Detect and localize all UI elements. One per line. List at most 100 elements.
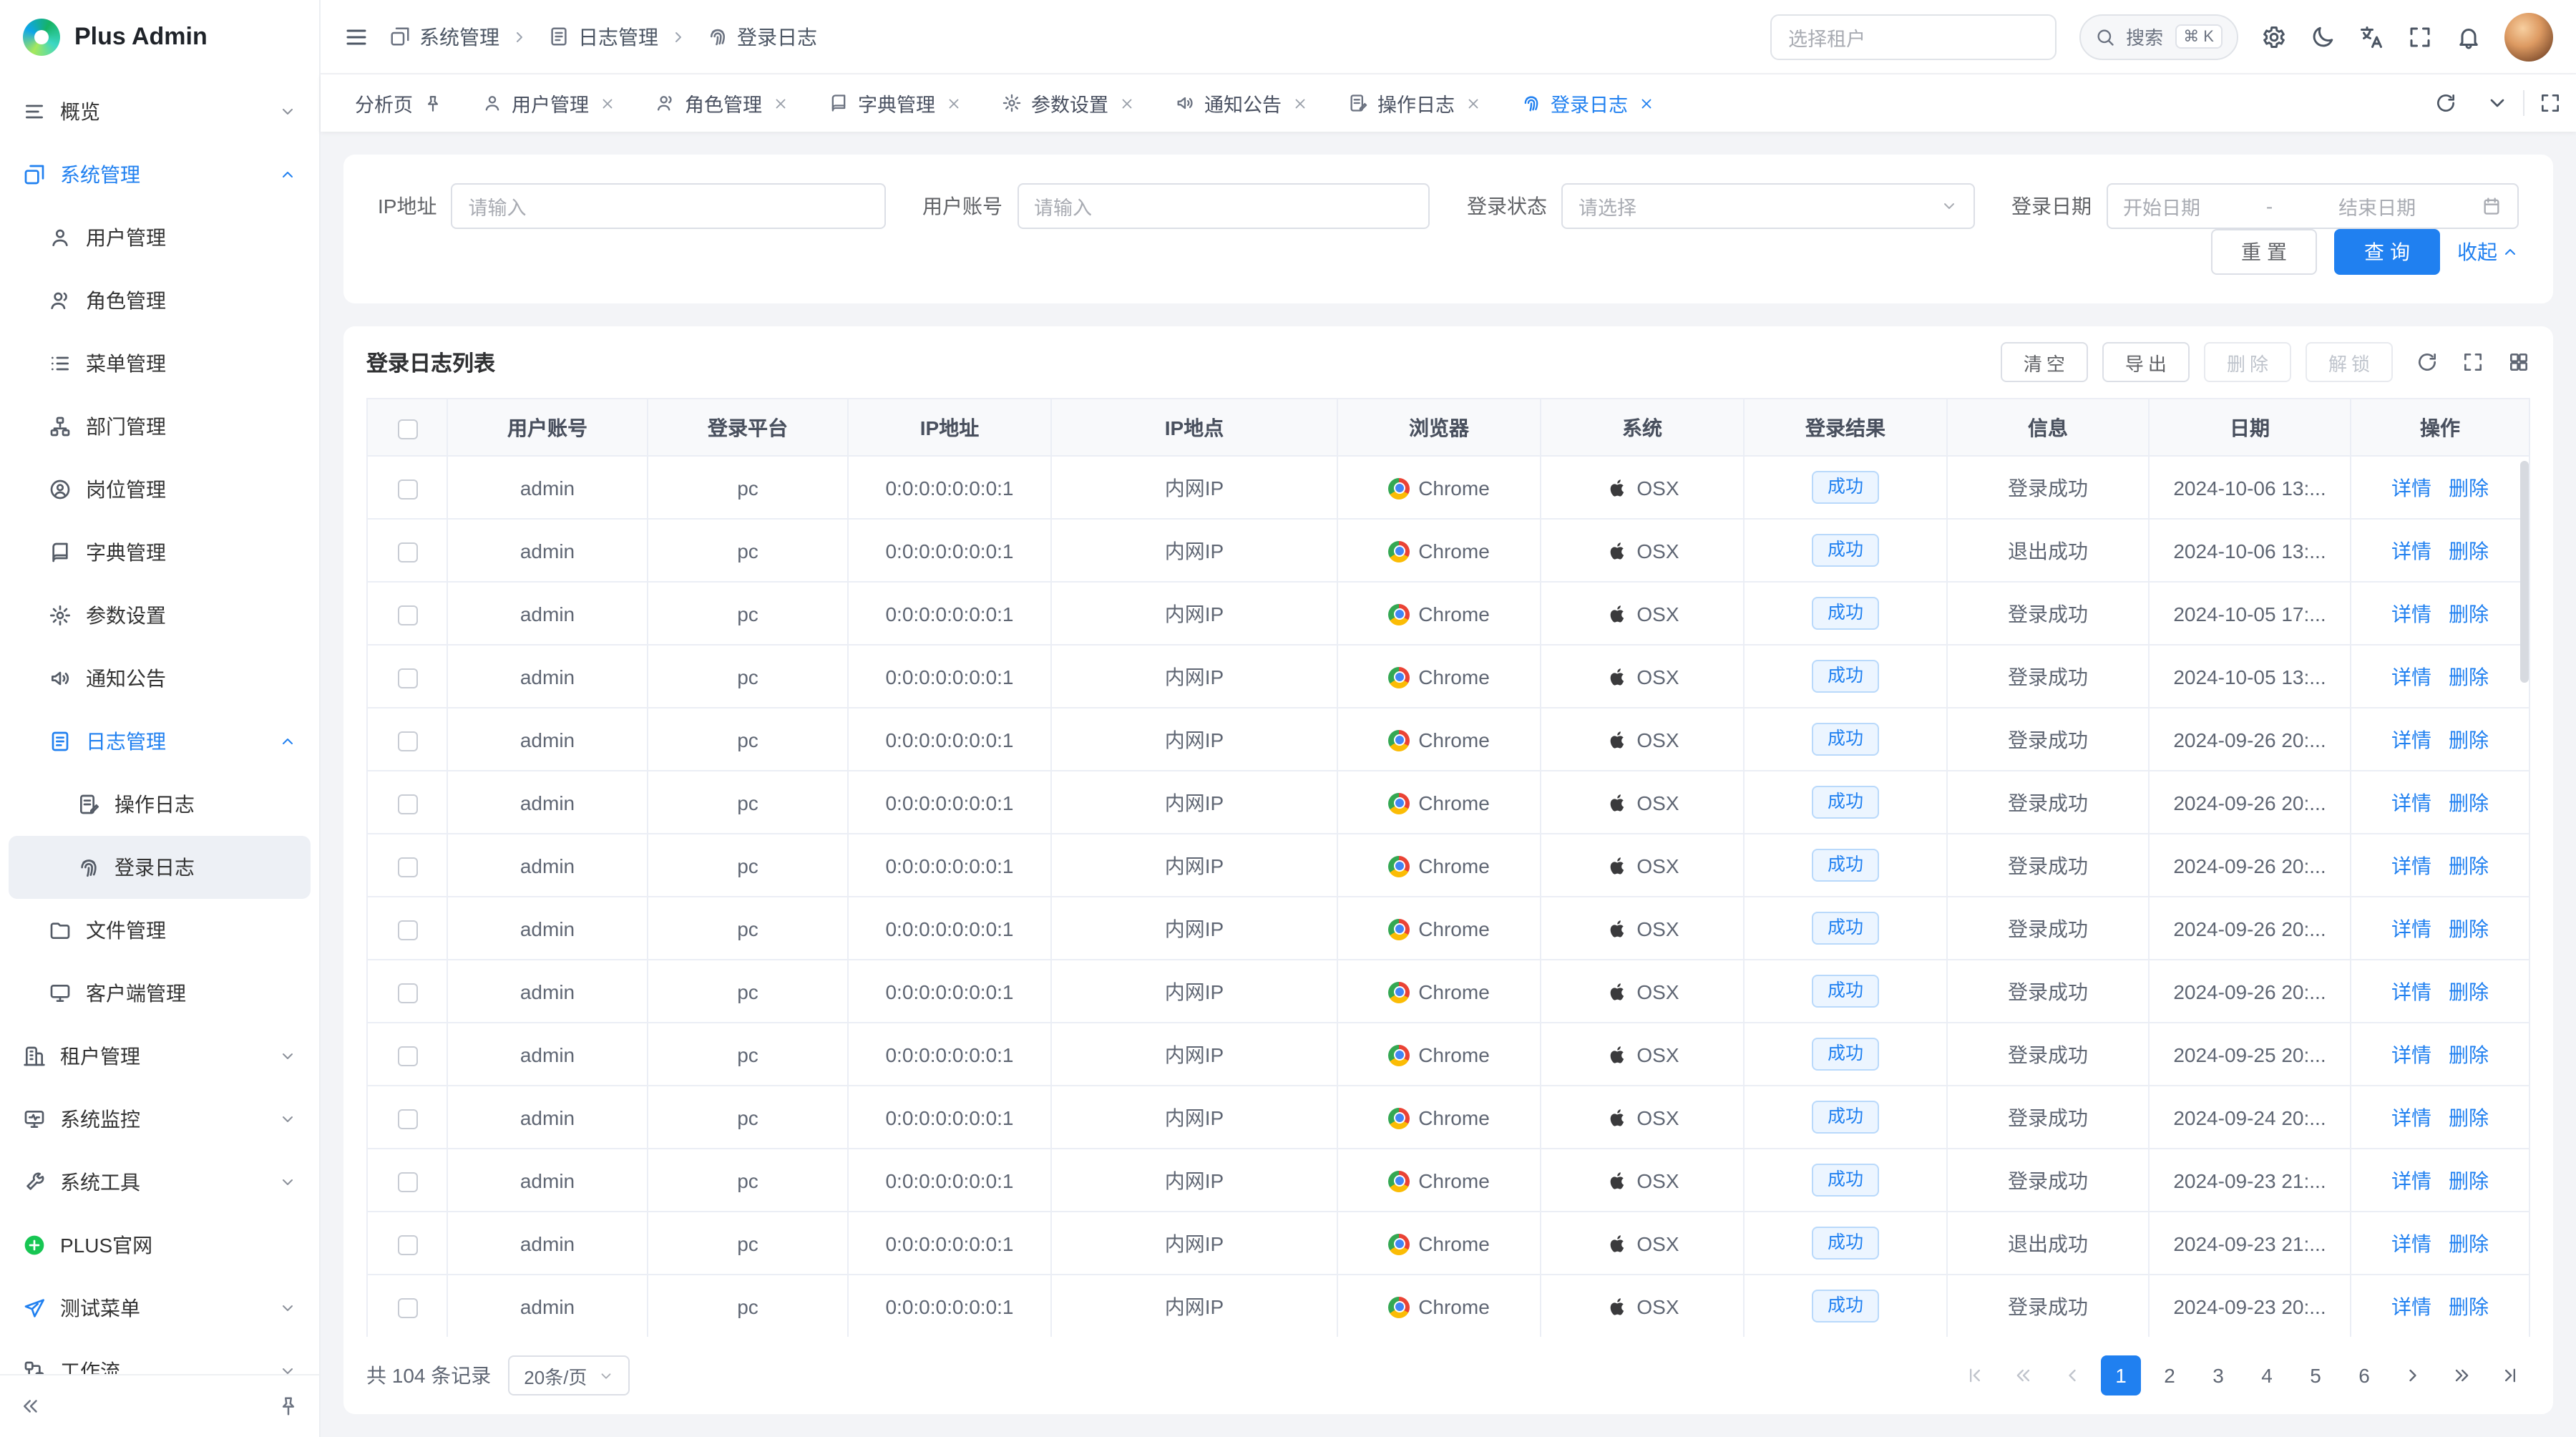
sidebar-item[interactable]: 通知公告 <box>0 647 319 710</box>
sidebar-item[interactable]: 测试菜单 <box>0 1277 319 1340</box>
sidebar-item[interactable]: 岗位管理 <box>0 458 319 521</box>
detail-link[interactable]: 详情 <box>2391 788 2431 817</box>
delete-link[interactable]: 删除 <box>2449 788 2489 817</box>
row-checkbox[interactable] <box>397 731 417 751</box>
sidebar-item[interactable]: 租户管理 <box>0 1025 319 1088</box>
close-tab-icon[interactable] <box>1638 95 1654 111</box>
select-all-checkbox[interactable] <box>397 419 417 439</box>
sidebar-item[interactable]: 工作流 <box>0 1340 319 1374</box>
tab-options-button[interactable] <box>2486 92 2509 115</box>
delete-link[interactable]: 删除 <box>2449 1229 2489 1257</box>
row-checkbox[interactable] <box>397 983 417 1003</box>
sidebar-item[interactable]: 参数设置 <box>0 584 319 647</box>
export-button[interactable]: 导出 <box>2102 342 2190 382</box>
sidebar-item[interactable]: 文件管理 <box>0 899 319 962</box>
detail-link[interactable]: 详情 <box>2391 473 2431 502</box>
tab[interactable]: 登录日志 <box>1501 74 1674 132</box>
pin-sidebar-icon[interactable] <box>278 1395 299 1417</box>
detail-link[interactable]: 详情 <box>2391 1040 2431 1068</box>
app-logo[interactable]: Plus Admin <box>0 0 319 74</box>
detail-link[interactable]: 详情 <box>2391 1292 2431 1320</box>
tab[interactable]: 操作日志 <box>1327 74 1501 132</box>
jump-back-button[interactable] <box>2004 1355 2044 1395</box>
jump-forward-button[interactable] <box>2441 1355 2482 1395</box>
delete-link[interactable]: 删除 <box>2449 599 2489 628</box>
sidebar-item[interactable]: 日志管理 <box>0 710 319 773</box>
prev-page-button[interactable] <box>2052 1355 2092 1395</box>
next-page-button[interactable] <box>2393 1355 2433 1395</box>
tab[interactable]: 角色管理 <box>635 74 808 132</box>
settings-button[interactable] <box>2261 24 2287 49</box>
delete-link[interactable]: 删除 <box>2449 977 2489 1005</box>
row-checkbox[interactable] <box>397 605 417 625</box>
last-page-button[interactable] <box>2490 1355 2530 1395</box>
row-checkbox[interactable] <box>397 542 417 562</box>
delete-link[interactable]: 删除 <box>2449 473 2489 502</box>
sidebar-item[interactable]: 系统监控 <box>0 1088 319 1151</box>
row-checkbox[interactable] <box>397 920 417 940</box>
table-fullscreen-button[interactable] <box>2462 351 2484 374</box>
detail-link[interactable]: 详情 <box>2391 914 2431 942</box>
breadcrumb-item[interactable]: 系统管理 <box>389 22 499 51</box>
sidebar-item[interactable]: 系统管理 <box>0 143 319 206</box>
detail-link[interactable]: 详情 <box>2391 977 2431 1005</box>
clear-button[interactable]: 清空 <box>2001 342 2088 382</box>
delete-link[interactable]: 删除 <box>2449 1103 2489 1131</box>
refresh-table-button[interactable] <box>2416 351 2439 374</box>
row-checkbox[interactable] <box>397 857 417 877</box>
collapse-sidebar-icon[interactable] <box>20 1395 42 1417</box>
row-checkbox[interactable] <box>397 794 417 814</box>
page-number-button[interactable]: 2 <box>2150 1355 2190 1395</box>
refresh-page-button[interactable] <box>2434 92 2457 115</box>
sidebar-item[interactable]: 操作日志 <box>0 773 319 836</box>
language-button[interactable] <box>2358 24 2384 49</box>
login-status-select[interactable]: 请选择 <box>1561 183 1974 229</box>
sidebar-item[interactable]: 系统工具 <box>0 1151 319 1214</box>
sidebar-item[interactable]: 部门管理 <box>0 395 319 458</box>
close-tab-icon[interactable] <box>1292 95 1307 111</box>
tenant-select[interactable]: 选择租户 <box>1770 14 2056 59</box>
detail-link[interactable]: 详情 <box>2391 725 2431 754</box>
detail-link[interactable]: 详情 <box>2391 851 2431 880</box>
table-scrollbar[interactable] <box>2520 461 2529 683</box>
fullscreen-button[interactable] <box>2407 24 2433 49</box>
sidebar-item[interactable]: 客户端管理 <box>0 962 319 1025</box>
delete-link[interactable]: 删除 <box>2449 851 2489 880</box>
sidebar-item[interactable]: 登录日志 <box>9 836 311 899</box>
theme-toggle-button[interactable] <box>2310 24 2336 49</box>
page-number-button[interactable]: 1 <box>2101 1355 2141 1395</box>
delete-link[interactable]: 删除 <box>2449 662 2489 691</box>
detail-link[interactable]: 详情 <box>2391 536 2431 565</box>
breadcrumb-item[interactable]: 登录日志 <box>658 22 817 51</box>
sidebar-item[interactable]: 字典管理 <box>0 521 319 584</box>
close-tab-icon[interactable] <box>599 95 615 111</box>
sidebar-item[interactable]: PLUS官网 <box>0 1214 319 1277</box>
tab[interactable]: 字典管理 <box>808 74 981 132</box>
delete-button[interactable]: 删除 <box>2204 342 2291 382</box>
detail-link[interactable]: 详情 <box>2391 1229 2431 1257</box>
detail-link[interactable]: 详情 <box>2391 599 2431 628</box>
row-checkbox[interactable] <box>397 1297 417 1317</box>
row-checkbox[interactable] <box>397 1171 417 1192</box>
row-checkbox[interactable] <box>397 1234 417 1255</box>
delete-link[interactable]: 删除 <box>2449 1292 2489 1320</box>
sidebar-item[interactable]: 概览 <box>0 80 319 143</box>
search-button[interactable]: 查询 <box>2334 229 2440 275</box>
page-number-button[interactable]: 6 <box>2344 1355 2384 1395</box>
breadcrumb-item[interactable]: 日志管理 <box>499 22 658 51</box>
user-avatar[interactable] <box>2504 12 2553 61</box>
sidebar-item[interactable]: 用户管理 <box>0 206 319 269</box>
close-tab-icon[interactable] <box>772 95 788 111</box>
page-number-button[interactable]: 5 <box>2296 1355 2336 1395</box>
notifications-button[interactable] <box>2456 24 2482 49</box>
user-account-input[interactable]: 请输入 <box>1017 183 1430 229</box>
collapse-filter-link[interactable]: 收起 <box>2457 238 2519 266</box>
reset-button[interactable]: 重置 <box>2211 229 2317 275</box>
delete-link[interactable]: 删除 <box>2449 1166 2489 1194</box>
tab[interactable]: 通知公告 <box>1154 74 1327 132</box>
sidebar-item[interactable]: 菜单管理 <box>0 332 319 395</box>
global-search[interactable]: 搜索 ⌘ K <box>2079 14 2238 59</box>
unlock-button[interactable]: 解锁 <box>2306 342 2393 382</box>
page-size-select[interactable]: 20条/页 <box>508 1355 630 1395</box>
detail-link[interactable]: 详情 <box>2391 1103 2431 1131</box>
